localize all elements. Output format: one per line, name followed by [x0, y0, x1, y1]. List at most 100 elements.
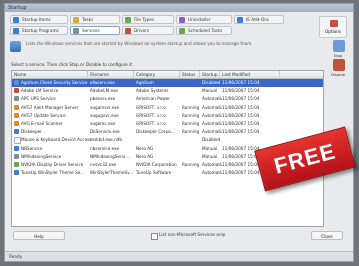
cell-filename: avgemc.exe — [90, 121, 116, 126]
ie-icon — [237, 17, 243, 23]
cell-last-modified: 11/06/2007 15:04 — [222, 121, 260, 126]
cell-filename: nvsvc32.exe — [90, 162, 117, 167]
cell-category: GRISOFT, s.r.o. — [136, 121, 167, 126]
cell-name: Adobe LM Service — [21, 88, 59, 94]
cell-status: Running — [182, 112, 200, 118]
list-header: Name Filename Category Status Startup La… — [12, 71, 323, 79]
tab-startup-items[interactable]: Startup Items — [10, 15, 68, 24]
non-microsoft-checkbox[interactable] — [151, 233, 158, 240]
checkbox-label: List non-Microsoft Services only — [159, 232, 226, 237]
cell-startup: Disabled — [202, 137, 221, 143]
disable-label: Disable — [330, 72, 346, 77]
services-icon — [73, 28, 79, 34]
cell-name: Mouse & Keyboard Device Access — [21, 137, 92, 143]
column-filename[interactable]: Filename — [88, 71, 134, 78]
cell-startup: Automatic — [202, 96, 222, 102]
cell-filename: AdobeLM.exe — [90, 88, 118, 94]
cell-name: NMIndexingService — [21, 153, 62, 159]
column-status[interactable]: Status — [180, 71, 200, 78]
cell-startup: Disabled — [202, 80, 221, 85]
cell-status: Running — [182, 104, 200, 110]
cell-startup: Automatic — [202, 121, 222, 126]
services-large-icon — [10, 41, 21, 52]
table-row[interactable]: AVG7 Alert Manager Server avgamsvr.exe GRI… — [12, 104, 323, 112]
options-icon — [330, 20, 338, 27]
status-bar: Ready — [5, 251, 353, 261]
tab-tasks[interactable]: Tasks — [70, 15, 120, 24]
tasks-icon — [73, 17, 79, 23]
table-row[interactable]: Agnitum Client Security Service afwserv.e… — [12, 79, 323, 87]
table-row[interactable]: AVG E-mail Scanner avgemc.exe GRISOFT, s.r… — [12, 120, 323, 128]
options-button[interactable]: Options — [319, 16, 347, 38]
scheduled-icon — [179, 28, 185, 34]
cell-status: Running — [182, 162, 200, 167]
programs-icon — [13, 28, 19, 34]
cell-startup: Automatic — [202, 112, 222, 118]
cell-category: American Power — [136, 96, 170, 102]
cell-filename: afwserv.exe — [90, 80, 115, 85]
cell-filename: WinStylerThemeSv... — [90, 170, 134, 176]
cell-name: AVG7 Alert Manager Server — [21, 104, 79, 110]
cell-name: APC UPS Service — [21, 96, 56, 102]
cell-filename: NMIndexingServi... — [90, 153, 130, 159]
tab-ie-addons[interactable]: IE Add-Ons — [234, 15, 284, 24]
description: Lists the Windows services that are star… — [10, 40, 310, 57]
cell-name: Agnitum Client Security Service — [21, 80, 88, 85]
cell-status: Running — [182, 121, 200, 126]
cell-filename: nbservice.exe — [90, 145, 120, 151]
cell-name: Diskeeper — [21, 129, 42, 135]
tab-drivers[interactable]: Drivers — [122, 26, 174, 35]
tab-services[interactable]: Services — [70, 26, 120, 35]
table-row[interactable]: Adobe LM Service AdobeLM.exe Adobe Systems… — [12, 87, 323, 95]
table-row[interactable]: Diskeeper DkService.exe Diskeeper Corpo...… — [12, 128, 323, 136]
tab-startup-programs[interactable]: Startup Programs — [10, 26, 68, 35]
column-last-modified[interactable]: Last Modified — [220, 71, 280, 78]
cell-last-modified: 11/06/2007 15:04 — [222, 80, 260, 85]
cell-last-modified: 11/06/2007 15:04 — [222, 88, 260, 94]
cell-name: TuneUp WinStyler Theme Se... — [21, 170, 85, 176]
cell-category: Adobe Systems — [136, 88, 169, 94]
column-startup[interactable]: Startup — [200, 71, 220, 78]
cell-name: AVG E-mail Scanner — [21, 121, 63, 126]
cell-startup: Automatic — [202, 170, 222, 176]
table-row[interactable]: APC UPS Service pbeserv.exe American Power… — [12, 95, 323, 103]
stop-label: Stop — [333, 53, 343, 58]
window-title: Startup — [5, 4, 353, 12]
cell-filename: avgupsvc.exe — [90, 112, 119, 118]
column-category[interactable]: Category — [134, 71, 180, 78]
cell-name: NBService — [21, 145, 43, 151]
cell-filename: pbeserv.exe — [90, 96, 116, 102]
cell-status: Running — [182, 129, 200, 135]
cell-startup: Manual — [202, 88, 218, 94]
column-name[interactable]: Name — [12, 71, 88, 78]
filetypes-icon — [125, 17, 131, 23]
drivers-icon — [125, 28, 131, 34]
close-button[interactable]: Close — [311, 231, 343, 240]
cell-category: Diskeeper Corpo... — [136, 129, 175, 135]
cell-startup: Automatic — [202, 162, 222, 167]
cell-filename: mskbd.exe.ndb — [90, 137, 123, 143]
cell-last-modified: 11/06/2007 15:04 — [222, 96, 260, 102]
cell-last-modified: 11/06/2007 15:04 — [222, 129, 260, 135]
table-row[interactable]: Mouse & Keyboard Device Access mskbd.exe.… — [12, 136, 323, 145]
cell-filename: avgamsvr.exe — [90, 104, 120, 110]
stop-icon[interactable] — [333, 40, 345, 52]
help-button[interactable]: Help — [13, 231, 65, 240]
cell-name: AVG7 Update Service — [21, 112, 66, 118]
cell-startup: Manual — [202, 153, 218, 159]
cell-startup: Manual — [202, 145, 218, 151]
cell-name: NVIDIA Display Driver Service — [21, 162, 84, 167]
tab-uninstaller[interactable]: Uninstaller — [176, 15, 232, 24]
cell-startup: Automatic — [202, 104, 222, 110]
cell-category: TuneUp Software — [136, 170, 172, 176]
uninstaller-icon — [179, 17, 185, 23]
startup-icon — [13, 17, 19, 23]
tab-file-types[interactable]: File Types — [122, 15, 174, 24]
cell-category: Nero AG — [136, 145, 154, 151]
tab-scheduled-tasks[interactable]: Scheduled Tasks — [176, 26, 232, 35]
table-row[interactable]: AVG7 Update Service avgupsvc.exe GRISOFT, … — [12, 112, 323, 120]
cell-last-modified: 11/06/2007 15:04 — [222, 112, 260, 118]
disable-icon[interactable] — [333, 59, 345, 71]
cell-category: GRISOFT, s.r.o. — [136, 104, 167, 110]
cell-last-modified: 11/06/2007 15:04 — [222, 104, 260, 110]
